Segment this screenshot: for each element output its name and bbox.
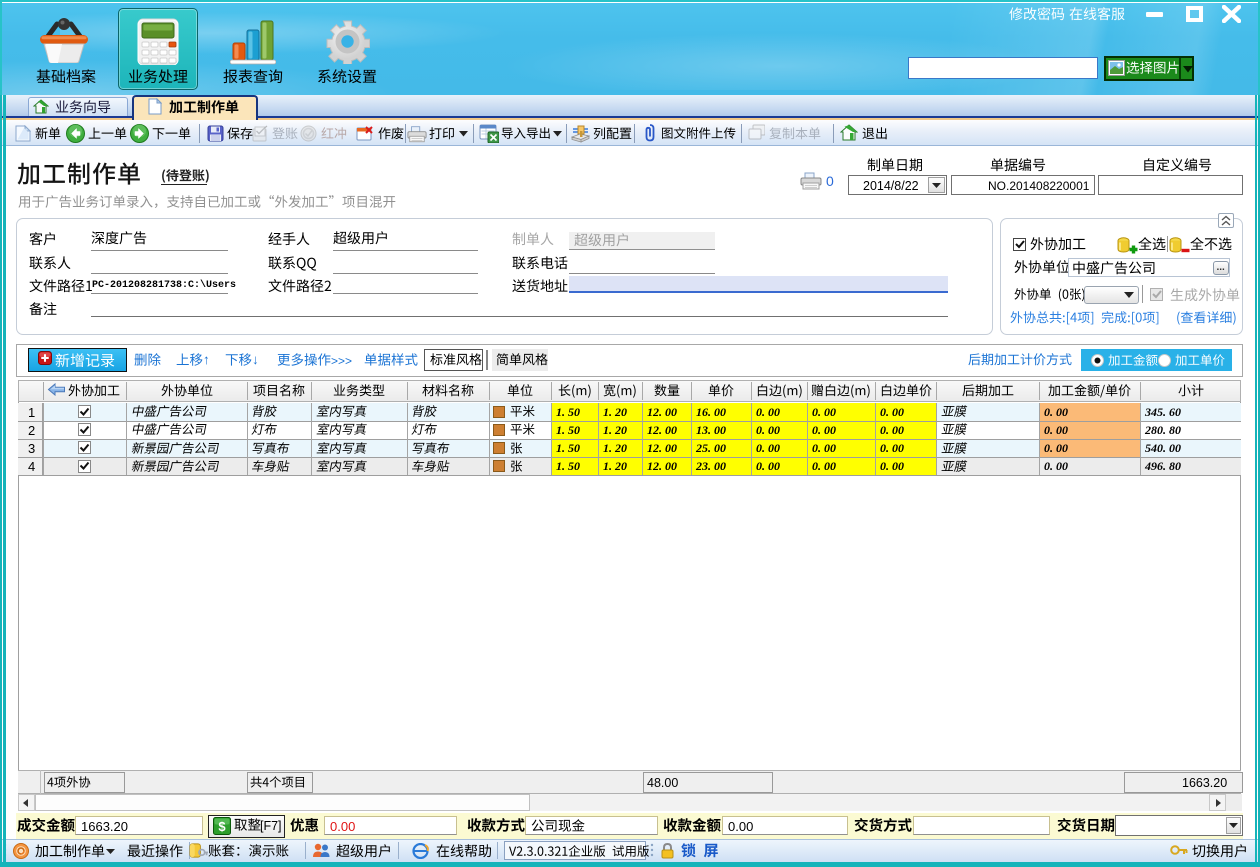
svg-text:$: $ [218, 819, 226, 834]
